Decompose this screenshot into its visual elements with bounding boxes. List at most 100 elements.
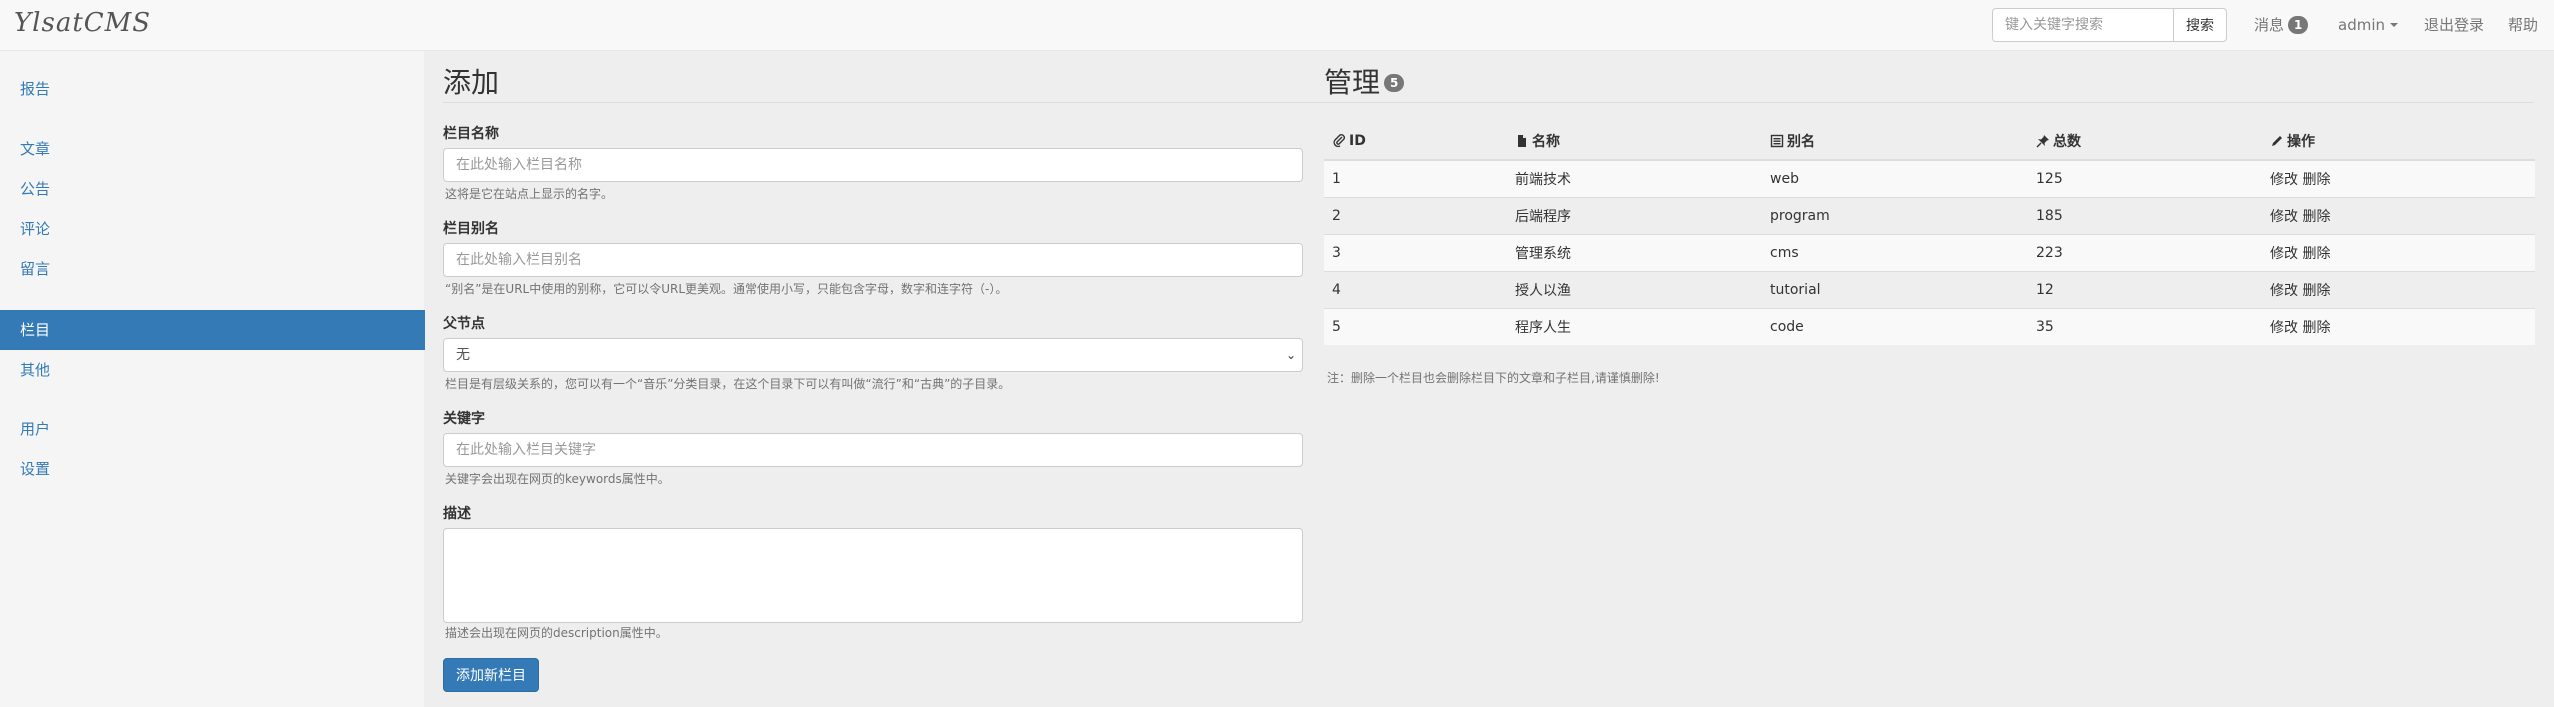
parent-node-help: 栏目是有层级关系的，您可以有一个“音乐”分类目录，在这个目录下可以有叫做“流行”…: [445, 377, 1011, 391]
col-header-actions: 操作: [2262, 123, 2535, 161]
sidebar-item-report[interactable]: 报告: [0, 69, 425, 109]
edit-link[interactable]: 修改: [2270, 209, 2298, 225]
delete-link[interactable]: 删除: [2302, 209, 2330, 225]
parent-node-select[interactable]: 无 ⌄: [443, 338, 1303, 372]
cell-name: 授人以渔: [1507, 270, 1762, 308]
categories-table: ID 名称 别名 总数 操作 1 前端技术 web 125 修改 删除 2 后端…: [1324, 123, 2535, 345]
description-textarea[interactable]: [443, 528, 1303, 623]
cell-actions: 修改 删除: [2262, 196, 2535, 234]
category-name-help: 这将是它在站点上显示的名字。: [445, 187, 614, 201]
table-header-row: ID 名称 别名 总数 操作: [1324, 123, 2535, 161]
category-alias-input[interactable]: [443, 243, 1303, 277]
cell-alias: program: [1762, 196, 2028, 234]
cell-id: 4: [1324, 270, 1507, 308]
table-row: 5 程序人生 code 35 修改 删除: [1324, 307, 2535, 345]
pushpin-icon: [2036, 135, 2049, 148]
cell-name: 后端程序: [1507, 196, 1762, 234]
keywords-help: 关键字会出现在网页的keywords属性中。: [445, 472, 670, 486]
user-name: admin: [2338, 16, 2385, 34]
manage-section-title: 管理 5: [1324, 61, 1405, 101]
cell-actions: 修改 删除: [2262, 270, 2535, 308]
edit-link[interactable]: 修改: [2270, 246, 2298, 262]
sidebar-item-users[interactable]: 用户: [0, 409, 425, 449]
messages-label: 消息: [2254, 16, 2285, 34]
cell-name: 前端技术: [1507, 159, 1762, 197]
category-alias-label: 栏目别名: [443, 221, 499, 237]
cell-total: 35: [2028, 307, 2262, 345]
cell-total: 185: [2028, 196, 2262, 234]
cell-id: 2: [1324, 196, 1507, 234]
cell-total: 223: [2028, 233, 2262, 271]
edit-link[interactable]: 修改: [2270, 172, 2298, 188]
col-header-id: ID: [1324, 123, 1507, 161]
help-link[interactable]: 帮助: [2508, 0, 2538, 50]
sidebar-item-messages[interactable]: 留言: [0, 249, 425, 289]
divider: [443, 102, 1329, 103]
brand-logo[interactable]: YlsatCMS: [14, 8, 151, 38]
col-header-total: 总数: [2028, 123, 2262, 161]
sidebar-item-categories[interactable]: 栏目: [0, 310, 425, 350]
cell-actions: 修改 删除: [2262, 159, 2535, 197]
file-icon: [1518, 135, 1526, 147]
cell-alias: cms: [1762, 233, 2028, 271]
sidebar-item-announcements[interactable]: 公告: [0, 169, 425, 209]
cell-actions: 修改 删除: [2262, 307, 2535, 345]
logout-link[interactable]: 退出登录: [2424, 0, 2484, 50]
category-name-input[interactable]: [443, 148, 1303, 182]
parent-node-label: 父节点: [443, 316, 485, 332]
divider: [1324, 102, 2534, 103]
add-section-title: 添加: [443, 66, 500, 99]
search-input[interactable]: [1992, 8, 2174, 42]
edit-link[interactable]: 修改: [2270, 320, 2298, 336]
sidebar: 报告 文章 公告 评论 留言 栏目 其他 用户 设置: [0, 51, 425, 707]
category-count-badge: 5: [1384, 74, 1405, 92]
parent-node-value: 无: [456, 347, 470, 363]
col-header-alias: 别名: [1762, 123, 2028, 161]
delete-link[interactable]: 删除: [2302, 283, 2330, 299]
cell-name: 管理系统: [1507, 233, 1762, 271]
delete-link[interactable]: 删除: [2302, 246, 2330, 262]
delete-warning-note: 注：删除一个栏目也会删除栏目下的文章和子栏目,请谨慎删除!: [1327, 371, 1660, 385]
add-category-button[interactable]: 添加新栏目: [443, 658, 539, 692]
sidebar-item-comments[interactable]: 评论: [0, 209, 425, 249]
top-navbar: YlsatCMS 搜索 消息1 admin 退出登录 帮助: [0, 0, 2554, 51]
paperclip-icon: [1333, 134, 1345, 147]
delete-link[interactable]: 删除: [2302, 320, 2330, 336]
cell-total: 125: [2028, 159, 2262, 197]
cell-id: 5: [1324, 307, 1507, 345]
messages-link[interactable]: 消息 1: [2254, 0, 2309, 50]
cell-alias: tutorial: [1762, 270, 2028, 308]
sidebar-item-other[interactable]: 其他: [0, 350, 425, 390]
sidebar-item-articles[interactable]: 文章: [0, 129, 425, 169]
main-content: 添加 栏目名称 这将是它在站点上显示的名字。 栏目别名 “别名”是在URL中使用…: [425, 51, 2554, 707]
category-alias-help: “别名”是在URL中使用的别称，它可以令URL更美观。通常使用小写，只能包含字母…: [445, 282, 1008, 296]
pencil-icon: [2272, 136, 2282, 146]
table-row: 1 前端技术 web 125 修改 删除: [1324, 159, 2535, 197]
cell-id: 3: [1324, 233, 1507, 271]
cell-id: 1: [1324, 159, 1507, 197]
chevron-down-icon: ⌄: [1285, 348, 1296, 362]
col-header-name: 名称: [1507, 123, 1762, 161]
cell-alias: code: [1762, 307, 2028, 345]
manage-title-text: 管理: [1324, 66, 1381, 99]
keywords-label: 关键字: [443, 411, 485, 427]
description-help: 描述会出现在网页的description属性中。: [445, 626, 668, 640]
table-row: 4 授人以渔 tutorial 12 修改 删除: [1324, 270, 2535, 308]
table-row: 2 后端程序 program 185 修改 删除: [1324, 196, 2535, 234]
list-alt-icon: [1770, 134, 1784, 148]
cell-alias: web: [1762, 159, 2028, 197]
caret-down-icon: [2390, 23, 2398, 27]
search-button[interactable]: 搜索: [2173, 8, 2227, 42]
user-dropdown[interactable]: admin: [2338, 0, 2398, 50]
cell-name: 程序人生: [1507, 307, 1762, 345]
sidebar-item-settings[interactable]: 设置: [0, 449, 425, 489]
description-label: 描述: [443, 506, 471, 522]
edit-link[interactable]: 修改: [2270, 283, 2298, 299]
cell-total: 12: [2028, 270, 2262, 308]
table-row: 3 管理系统 cms 223 修改 删除: [1324, 233, 2535, 271]
category-name-label: 栏目名称: [443, 126, 499, 142]
cell-actions: 修改 删除: [2262, 233, 2535, 271]
keywords-input[interactable]: [443, 433, 1303, 467]
delete-link[interactable]: 删除: [2302, 172, 2330, 188]
messages-count-badge: 1: [2288, 16, 2309, 34]
